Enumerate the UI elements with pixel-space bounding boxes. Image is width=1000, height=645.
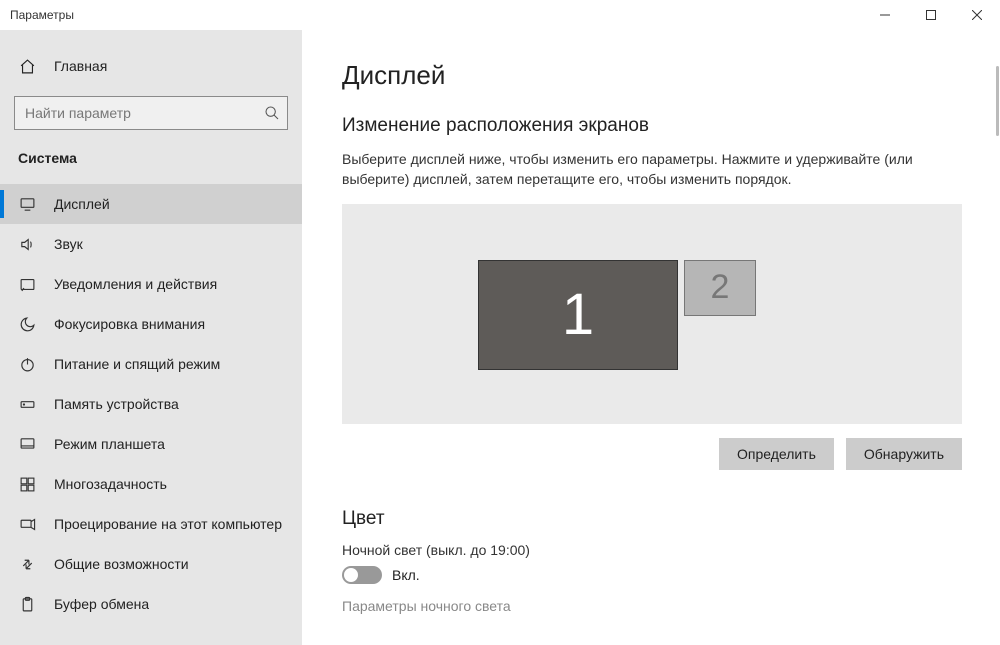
sidebar-item-label: Буфер обмена [54, 596, 149, 612]
sidebar-item-label: Общие возможности [54, 556, 189, 572]
sidebar-item-label: Режим планшета [54, 436, 165, 452]
display-arrangement-box: 1 2 [342, 204, 962, 424]
color-heading: Цвет [342, 508, 970, 530]
toggle-state-label: Вкл. [392, 567, 420, 583]
projecting-icon [18, 516, 36, 533]
power-icon [18, 356, 36, 373]
notifications-icon [18, 276, 36, 293]
page-title: Дисплей [342, 60, 970, 91]
multitask-icon [18, 476, 36, 493]
sidebar-nav: Дисплей Звук Уведомления и действия Фоку… [0, 184, 302, 624]
sidebar-item-label: Проецирование на этот компьютер [54, 516, 282, 532]
tablet-icon [18, 436, 36, 453]
sidebar-item-projecting[interactable]: Проецирование на этот компьютер [0, 504, 302, 544]
sidebar-item-label: Фокусировка внимания [54, 316, 205, 332]
search-input[interactable] [14, 96, 288, 130]
sidebar-item-notifications[interactable]: Уведомления и действия [0, 264, 302, 304]
sidebar-item-power[interactable]: Питание и спящий режим [0, 344, 302, 384]
sidebar-item-storage[interactable]: Память устройства [0, 384, 302, 424]
titlebar: Параметры [0, 0, 1000, 30]
monitor-2[interactable]: 2 [684, 260, 756, 316]
sound-icon [18, 236, 36, 253]
sidebar-item-clipboard[interactable]: Буфер обмена [0, 584, 302, 624]
monitor-1[interactable]: 1 [478, 260, 678, 370]
night-light-settings-link[interactable]: Параметры ночного света [342, 598, 970, 614]
sidebar: Главная Система Дисплей Звук [0, 30, 302, 645]
shared-icon [18, 556, 36, 573]
sidebar-item-label: Дисплей [54, 196, 110, 212]
home-icon [18, 58, 36, 75]
sidebar-category: Система [0, 130, 302, 178]
sidebar-item-label: Питание и спящий режим [54, 356, 220, 372]
sidebar-item-label: Звук [54, 236, 83, 252]
home-label: Главная [54, 58, 107, 74]
sidebar-item-shared[interactable]: Общие возможности [0, 544, 302, 584]
night-light-toggle[interactable] [342, 566, 382, 584]
close-button[interactable] [954, 0, 1000, 30]
home-link[interactable]: Главная [0, 46, 302, 86]
sidebar-item-label: Память устройства [54, 396, 179, 412]
moon-icon [18, 316, 36, 333]
night-light-label: Ночной свет (выкл. до 19:00) [342, 542, 970, 558]
arrange-heading: Изменение расположения экранов [342, 115, 970, 137]
search-icon [264, 105, 280, 121]
window-buttons [862, 0, 1000, 29]
arrange-description: Выберите дисплей ниже, чтобы изменить ег… [342, 149, 952, 190]
sidebar-item-multitask[interactable]: Многозадачность [0, 464, 302, 504]
sidebar-item-tablet[interactable]: Режим планшета [0, 424, 302, 464]
window-title: Параметры [10, 8, 862, 22]
arrange-button-row: Определить Обнаружить [342, 438, 962, 470]
night-light-toggle-row: Вкл. [342, 566, 970, 584]
monitor-icon [18, 196, 36, 213]
sidebar-item-focus[interactable]: Фокусировка внимания [0, 304, 302, 344]
storage-icon [18, 396, 36, 413]
scrollbar-thumb[interactable] [996, 66, 999, 136]
main-content: Дисплей Изменение расположения экранов В… [302, 30, 1000, 645]
detect-button[interactable]: Обнаружить [846, 438, 962, 470]
minimize-button[interactable] [862, 0, 908, 30]
clipboard-icon [18, 596, 36, 613]
sidebar-item-label: Многозадачность [54, 476, 167, 492]
maximize-button[interactable] [908, 0, 954, 30]
sidebar-item-label: Уведомления и действия [54, 276, 217, 292]
sidebar-item-display[interactable]: Дисплей [0, 184, 302, 224]
search-wrap [14, 96, 288, 130]
sidebar-item-sound[interactable]: Звук [0, 224, 302, 264]
identify-button[interactable]: Определить [719, 438, 834, 470]
